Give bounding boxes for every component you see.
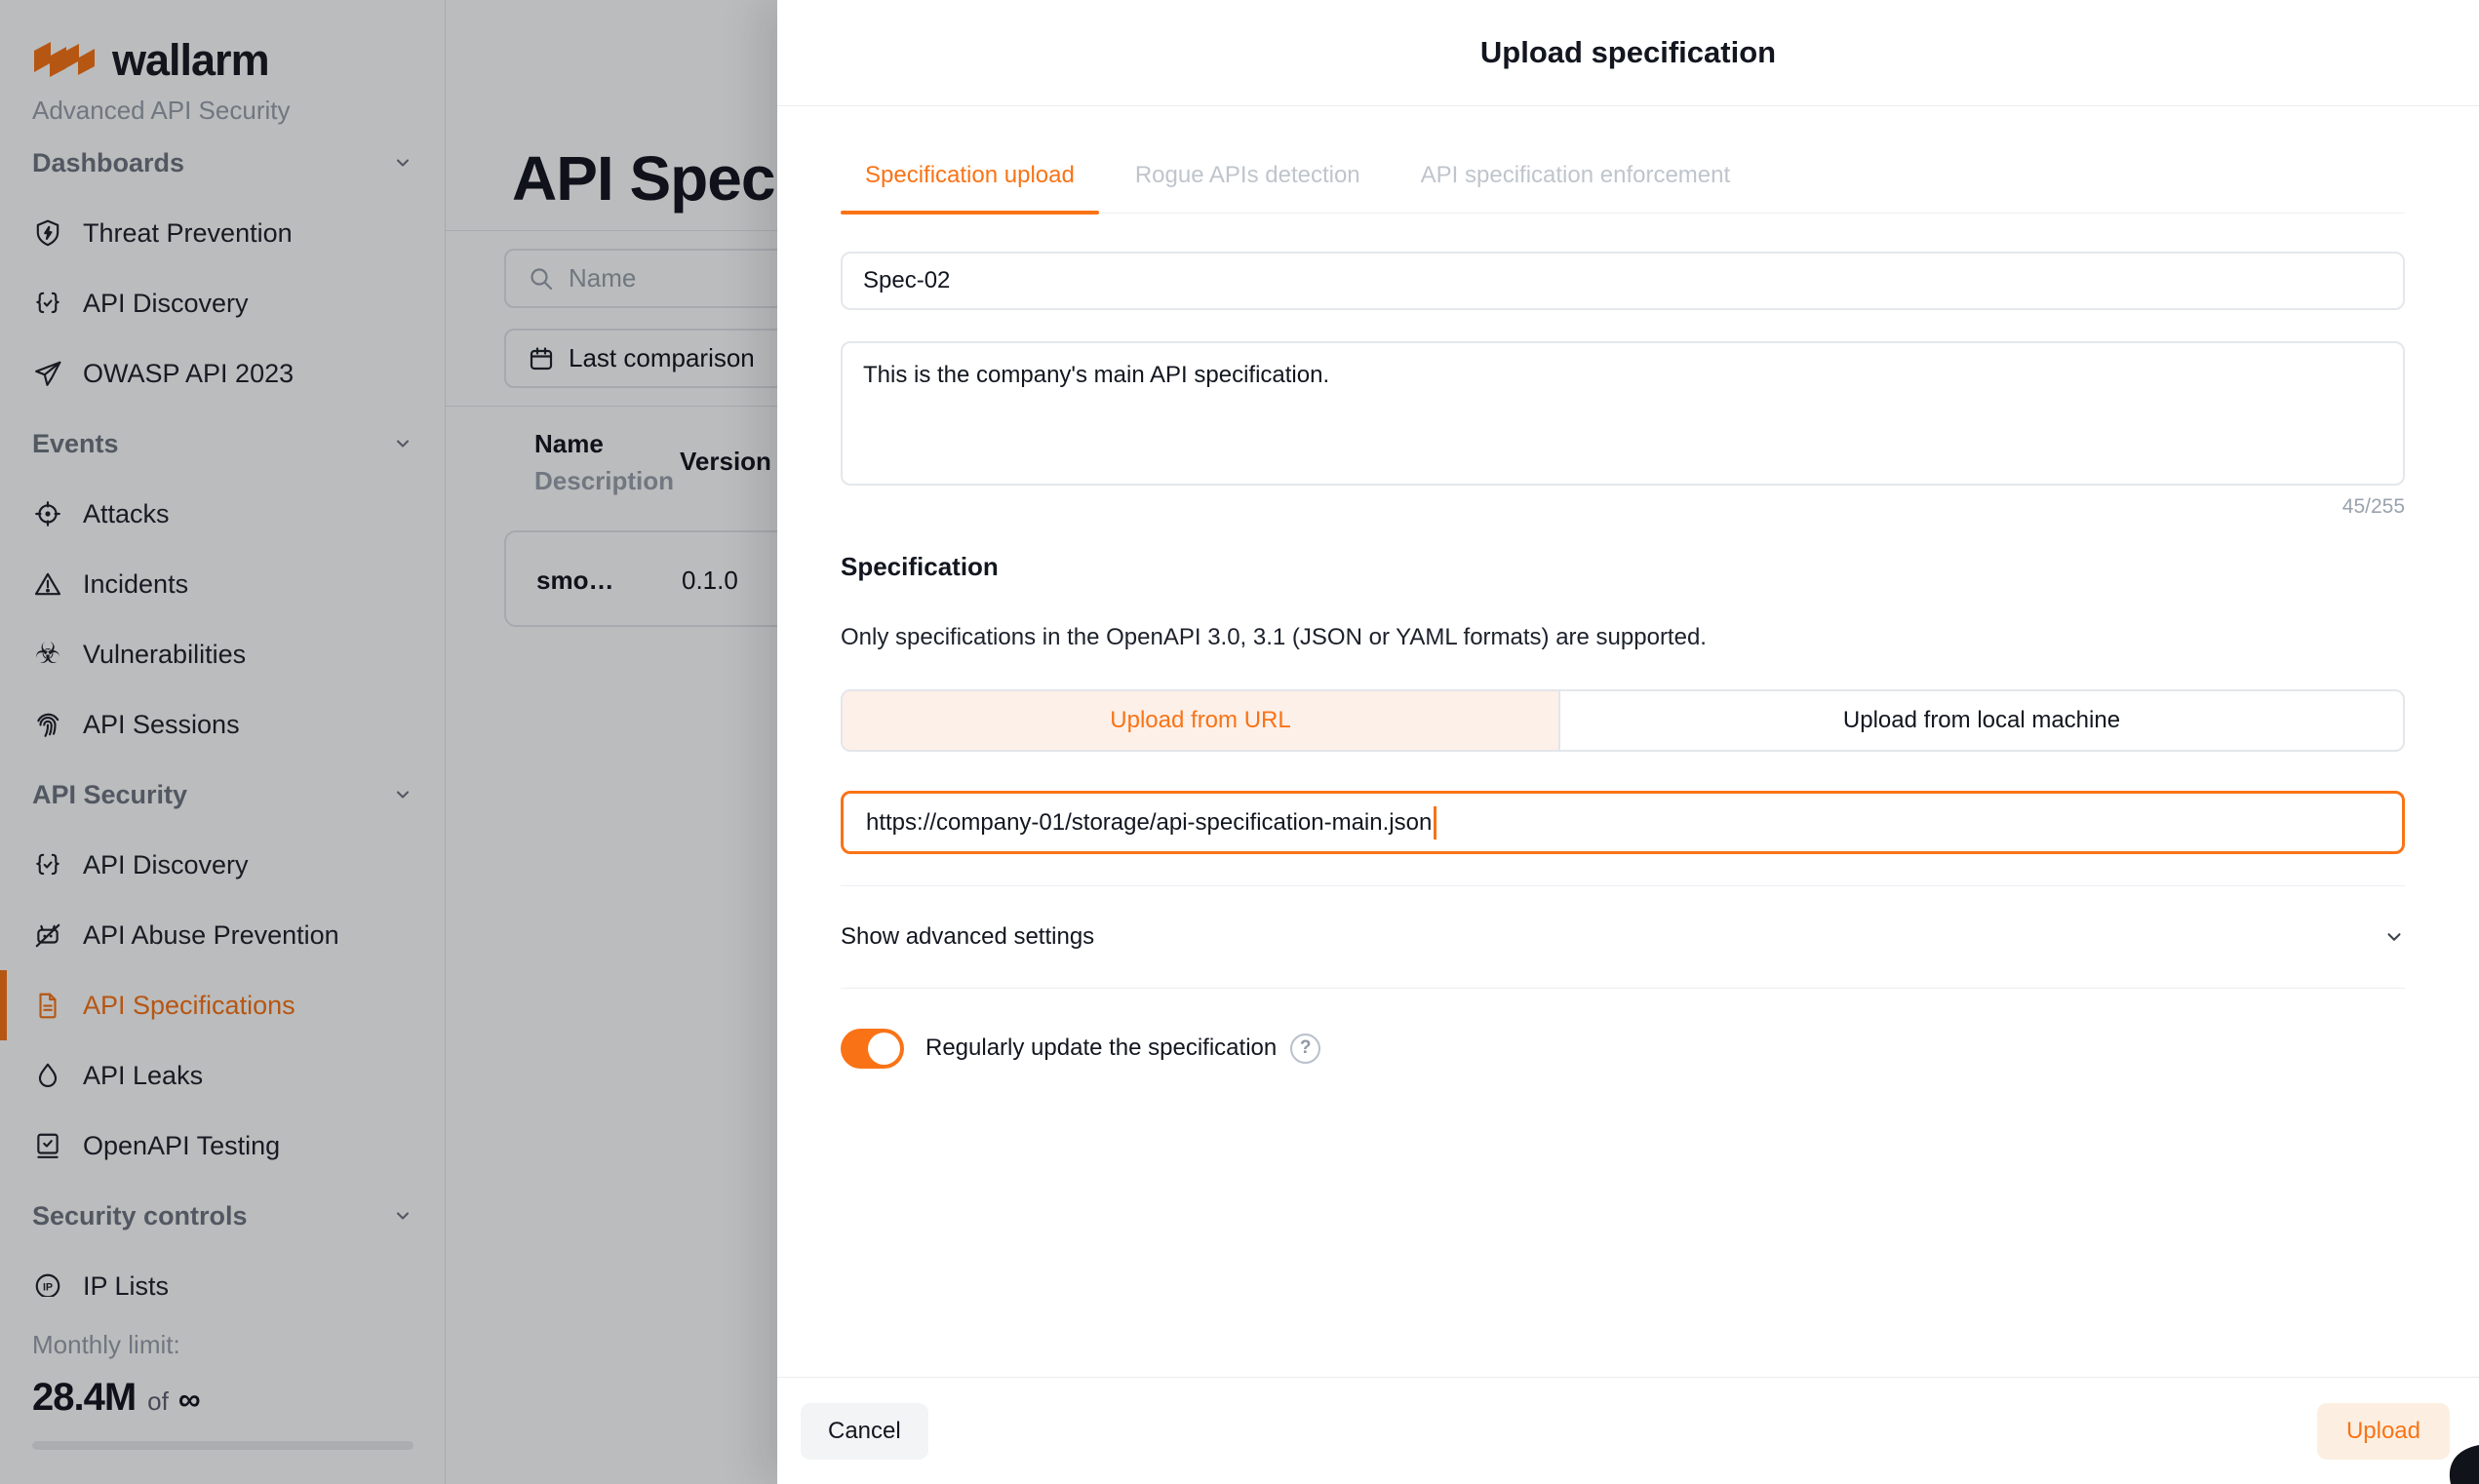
spec-url-value: https://company-01/storage/api-specifica… (866, 809, 1432, 837)
toggle-knob (868, 1033, 900, 1065)
tab-specification-upload[interactable]: Specification upload (841, 162, 1099, 213)
drawer-header: Upload specification (777, 0, 2479, 106)
auto-update-label: Regularly update the specification (925, 1035, 1277, 1062)
show-advanced-settings-label: Show advanced settings (841, 923, 1094, 951)
drawer-tabs: Specification upload Rogue APIs detectio… (841, 147, 2405, 214)
cancel-button[interactable]: Cancel (801, 1403, 928, 1460)
upload-from-local-machine-option[interactable]: Upload from local machine (1560, 691, 2403, 750)
upload-from-url-option[interactable]: Upload from URL (843, 691, 1560, 750)
auto-update-row: Regularly update the specification ? (841, 1014, 1320, 1082)
char-counter: 45/255 (841, 495, 2405, 519)
spec-url-input[interactable]: https://company-01/storage/api-specifica… (841, 791, 2405, 854)
drawer-footer: Cancel Upload (777, 1377, 2479, 1484)
upload-specification-drawer: Upload specification Specification uploa… (777, 0, 2479, 1484)
tab-rogue-apis-detection[interactable]: Rogue APIs detection (1111, 162, 1385, 213)
help-question-icon[interactable]: ? (1290, 1034, 1320, 1064)
mouse-cursor (2438, 1439, 2479, 1484)
specification-section-heading: Specification (841, 552, 999, 582)
text-caret (1434, 806, 1436, 840)
show-advanced-settings-row[interactable]: Show advanced settings (841, 885, 2405, 989)
chevron-down-icon (2383, 926, 2405, 948)
spec-description-textarea[interactable]: This is the company's main API specifica… (841, 341, 2405, 486)
auto-update-toggle[interactable] (841, 1029, 904, 1069)
spec-name-input[interactable] (841, 252, 2405, 310)
tab-api-specification-enforcement[interactable]: API specification enforcement (1397, 162, 1755, 213)
upload-source-switch: Upload from URL Upload from local machin… (841, 689, 2405, 752)
drawer-title: Upload specification (1480, 35, 1776, 70)
specification-hint: Only specifications in the OpenAPI 3.0, … (841, 624, 1707, 651)
upload-button[interactable]: Upload (2317, 1403, 2450, 1460)
